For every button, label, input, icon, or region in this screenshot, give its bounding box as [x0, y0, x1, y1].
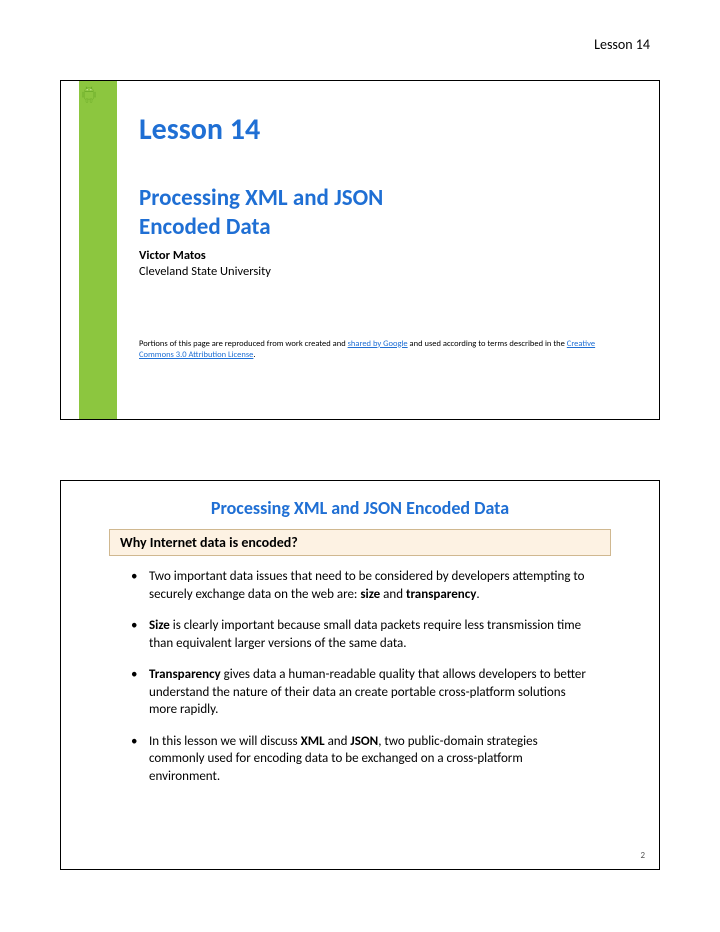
university-name: Cleveland State University — [139, 264, 629, 279]
bullet-list: Two important data issues that need to b… — [131, 568, 593, 785]
list-item: Size is clearly important because small … — [131, 617, 593, 652]
attr-mid: and used according to terms described in… — [408, 339, 567, 349]
green-sidebar — [79, 81, 117, 419]
question-box: Why Internet data is encoded? — [109, 529, 611, 556]
bullet-text: In this lesson we will discuss — [149, 734, 301, 749]
author-name: Victor Matos — [139, 248, 629, 263]
lesson-subtitle: Processing XML and JSON Encoded Data — [139, 184, 629, 242]
attr-suffix: . — [253, 350, 255, 360]
slide-2-title: Processing XML and JSON Encoded Data — [91, 497, 629, 519]
bullet-text: and — [325, 734, 351, 749]
link-shared-by-google[interactable]: shared by Google — [348, 339, 408, 349]
page-number: 2 — [640, 850, 645, 861]
subtitle-line-2: Encoded Data — [139, 213, 271, 241]
slide-1: Lesson 14 Processing XML and JSON Encode… — [60, 80, 660, 420]
list-item: Transparency gives data a human-readable… — [131, 666, 593, 719]
bullet-bold: JSON — [350, 734, 378, 749]
bullet-bold: transparency — [406, 587, 476, 602]
bullet-bold: size — [360, 587, 380, 602]
list-item: Two important data issues that need to b… — [131, 568, 593, 603]
list-item: In this lesson we will discuss XML and J… — [131, 733, 593, 786]
subtitle-line-1: Processing XML and JSON — [139, 184, 383, 212]
lesson-title: Lesson 14 — [139, 111, 629, 148]
bullet-text: is clearly important because small data … — [149, 618, 581, 651]
slide-2-content: Processing XML and JSON Encoded Data Why… — [61, 481, 659, 869]
page-header-label: Lesson 14 — [594, 36, 650, 53]
slide-1-content: Lesson 14 Processing XML and JSON Encode… — [139, 111, 629, 361]
attribution-text: Portions of this page are reproduced fro… — [139, 339, 629, 362]
bullet-text: and — [380, 587, 406, 602]
android-icon — [80, 86, 98, 107]
bullet-bold: Size — [149, 618, 170, 633]
bullet-text: . — [476, 587, 479, 602]
page: Lesson 14 Lesson 14 Processing XML and J… — [0, 0, 720, 932]
slide-2: Processing XML and JSON Encoded Data Why… — [60, 480, 660, 870]
bullet-bold: Transparency — [149, 667, 221, 682]
attr-prefix: Portions of this page are reproduced fro… — [139, 339, 348, 349]
bullet-bold: XML — [301, 734, 325, 749]
